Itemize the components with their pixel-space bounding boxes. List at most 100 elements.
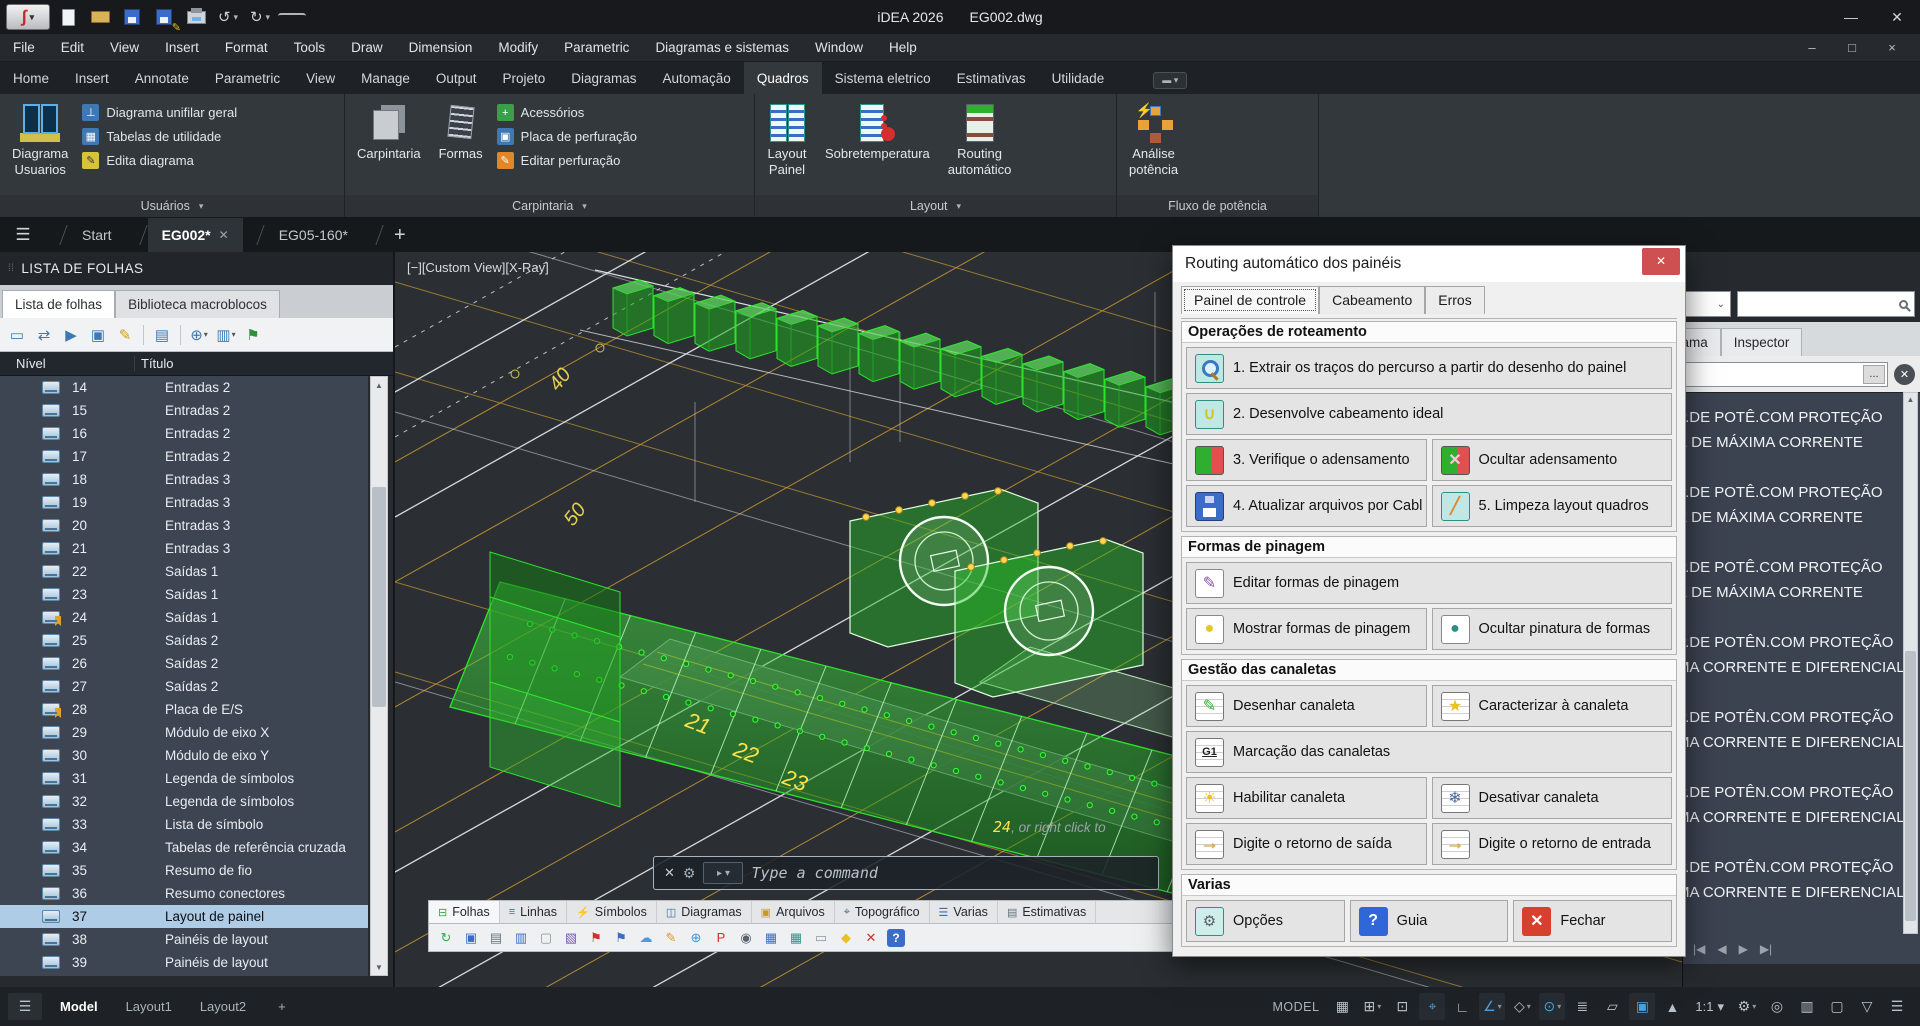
digite-o-retorno-de-saida-button[interactable]: →Digite o retorno de saída: [1186, 823, 1427, 865]
ribbon-collapse-icon[interactable]: ▬ ▾: [1153, 72, 1187, 89]
inspector-scrollbar[interactable]: ▲: [1903, 392, 1918, 934]
ribbon-tab-insert[interactable]: Insert: [62, 62, 122, 94]
ribbon-tab-diagramas[interactable]: Diagramas: [558, 62, 649, 94]
1-extrair-os-tracos-do-percurso-a-partir-do-desenho-do-painel-button[interactable]: 1. Extrair os traços do percurso a parti…: [1186, 347, 1672, 389]
3-verifique-o-adensamento-button[interactable]: 3. Verifique o adensamento: [1186, 439, 1427, 481]
bookmark-icon[interactable]: ⚑: [612, 929, 630, 947]
dialog-close-button[interactable]: ✕: [1642, 248, 1680, 275]
command-history-icon[interactable]: ▸▾: [703, 862, 743, 884]
menu-item-modify[interactable]: Modify: [485, 34, 551, 61]
column-header-nivel[interactable]: Nível: [0, 356, 135, 371]
sheet-row[interactable]: 19Entradas 3: [0, 491, 368, 514]
sheet-panel-tab-lista-de-folhas[interactable]: Lista de folhas: [2, 290, 115, 318]
new-layout-button[interactable]: +: [264, 994, 300, 1019]
hardware-icon[interactable]: ▥: [1794, 993, 1820, 1020]
desenhar-canaleta-button[interactable]: ✎Desenhar canaleta: [1186, 685, 1427, 727]
guia-button[interactable]: ?Guia: [1350, 900, 1509, 942]
clear-icon[interactable]: ✕: [1894, 364, 1915, 385]
sheet-row[interactable]: 35Resumo de fio: [0, 859, 368, 882]
doc-menu-icon[interactable]: ☰: [0, 225, 46, 245]
habilitar-canaleta-button[interactable]: ☀Habilitar canaleta: [1186, 777, 1427, 819]
new-file-button[interactable]: [54, 4, 82, 30]
command-line[interactable]: ✕ ⚙ ▸▾ Type a command: [653, 856, 1159, 890]
ribbon-group-label-layout[interactable]: Layout▾: [755, 195, 1116, 217]
ribbon-tab-manage[interactable]: Manage: [348, 62, 423, 94]
ribbon-tab-projeto[interactable]: Projeto: [489, 62, 558, 94]
sheet-row[interactable]: 22Saídas 1: [0, 560, 368, 583]
sheet-row[interactable]: 39Painéis de layout: [0, 951, 368, 974]
editar-formas-de-pinagem-button[interactable]: ✎Editar formas de pinagem: [1186, 562, 1672, 604]
sheet-row[interactable]: 25Saídas 2: [0, 629, 368, 652]
sheet-row[interactable]: 15Entradas 2: [0, 399, 368, 422]
sheet-row[interactable]: 17Entradas 2: [0, 445, 368, 468]
save-button[interactable]: [118, 4, 146, 30]
close-tab-icon[interactable]: ✕: [219, 228, 229, 242]
ribbon-tab-parametric[interactable]: Parametric: [202, 62, 293, 94]
doc-tab-eg05-160[interactable]: EG05-160*: [265, 218, 362, 252]
grid-icon[interactable]: ▦: [1329, 993, 1355, 1020]
dock-tab-estimativas[interactable]: ▤Estimativas: [998, 901, 1096, 923]
rect-icon[interactable]: ▭: [812, 929, 830, 947]
list-item[interactable]: P.DE POTÊ.COM PROTEÇÃOE DE MÁXIMA CORREN…: [1683, 480, 1920, 530]
ribbon-tab-output[interactable]: Output: [423, 62, 490, 94]
sheet-row[interactable]: 27Saídas 2: [0, 675, 368, 698]
menu-item-tools[interactable]: Tools: [281, 34, 339, 61]
pager-next-icon[interactable]: ▶: [1739, 942, 1748, 956]
list-item[interactable]: P.DE POTÊ.COM PROTEÇÃOE DE MÁXIMA CORREN…: [1683, 405, 1920, 455]
scroll-thumb[interactable]: [1905, 651, 1916, 921]
sheet-row[interactable]: 34Tabelas de referência cruzada: [0, 836, 368, 859]
viewport-controls-label[interactable]: [−][Custom View][X-Ray]: [407, 260, 549, 275]
ribbon-group-label-carpintaria[interactable]: Carpintaria▾: [345, 195, 754, 217]
open-file-button[interactable]: [86, 4, 114, 30]
save-as-button[interactable]: ✎: [150, 4, 178, 30]
sheet-row[interactable]: 20Entradas 3: [0, 514, 368, 537]
doc-minimize-icon[interactable]: –: [1792, 40, 1832, 55]
sheet-row[interactable]: 24Saídas 1: [0, 606, 368, 629]
command-customize-icon[interactable]: ⚙: [683, 865, 696, 882]
isolate-icon[interactable]: ◎: [1764, 993, 1790, 1020]
2-desenvolve-cabeamento-ideal-button[interactable]: ∪2. Desenvolve cabeamento ideal: [1186, 393, 1672, 435]
scroll-thumb[interactable]: [372, 487, 386, 707]
ribbon-tab-annotate[interactable]: Annotate: [122, 62, 202, 94]
sheet-row[interactable]: 14Entradas 2: [0, 376, 368, 399]
menu-item-help[interactable]: Help: [876, 34, 930, 61]
undo-button[interactable]: ↺▾: [214, 4, 242, 30]
preview-sheet-icon[interactable]: ▶: [59, 323, 83, 347]
ribbon-tab-view[interactable]: View: [293, 62, 348, 94]
menu-item-view[interactable]: View: [97, 34, 152, 61]
dock-tab-linhas[interactable]: ≡Linhas: [500, 901, 567, 923]
globe-icon[interactable]: ⊕: [687, 929, 705, 947]
status-menu-icon[interactable]: ☰: [8, 993, 42, 1020]
pencil-icon[interactable]: ✎: [662, 929, 680, 947]
dock-tab-simbolos[interactable]: ⚡Símbolos: [567, 901, 657, 923]
list-item[interactable]: P.DE POTÊN.COM PROTEÇÃOMA CORRENTE E DIF…: [1683, 630, 1920, 680]
layout-tab-layout1[interactable]: Layout1: [112, 994, 186, 1019]
search-input[interactable]: [1737, 291, 1915, 317]
filter-combo[interactable]: ⌄: [1685, 291, 1731, 317]
ribbon-button-acessorios[interactable]: +Acessórios: [497, 104, 637, 121]
ortho-icon[interactable]: ∟: [1449, 993, 1475, 1020]
caracterizar-a-canaleta-button[interactable]: ★Caracterizar à canaleta: [1432, 685, 1673, 727]
sheet-row[interactable]: 21Entradas 3: [0, 537, 368, 560]
menu-item-dimension[interactable]: Dimension: [396, 34, 486, 61]
language-flags-icon[interactable]: ⚑: [241, 323, 265, 347]
mostrar-formas-de-pinagem-button[interactable]: ●Mostrar formas de pinagem: [1186, 608, 1427, 650]
book-icon[interactable]: ▧: [562, 929, 580, 947]
marcacao-das-canaletas-button[interactable]: G1Marcação das canaletas: [1186, 731, 1672, 773]
app-menu-button[interactable]: ∫▾: [6, 4, 50, 30]
sheet-row[interactable]: 31Legenda de símbolos: [0, 767, 368, 790]
command-input[interactable]: Type a command: [751, 864, 877, 882]
ribbon-button-routing-automatico[interactable]: Routing automático: [944, 100, 1016, 181]
ocultar-pinatura-de-formas-button[interactable]: ●Ocultar pinatura de formas: [1432, 608, 1673, 650]
duplicate-sheet-icon[interactable]: ▥▾: [214, 323, 238, 347]
list-item[interactable]: P.DE POTÊN.COM PROTEÇÃOMA CORRENTE E DIF…: [1683, 855, 1920, 905]
help-icon[interactable]: ?: [887, 929, 905, 947]
5-limpeza-layout-quadros-button[interactable]: ╱5. Limpeza layout quadros: [1432, 485, 1673, 527]
dock-tab-varias[interactable]: ☰Varias: [930, 901, 998, 923]
snap-icon[interactable]: ⊞▾: [1359, 993, 1385, 1020]
column-header-titulo[interactable]: Título: [135, 356, 174, 371]
annotation-icon[interactable]: ▲: [1659, 993, 1685, 1020]
pager-prev-icon[interactable]: ◀: [1717, 942, 1726, 956]
new-sheet-icon[interactable]: ▭: [5, 323, 29, 347]
new-document-button[interactable]: +: [384, 224, 416, 247]
